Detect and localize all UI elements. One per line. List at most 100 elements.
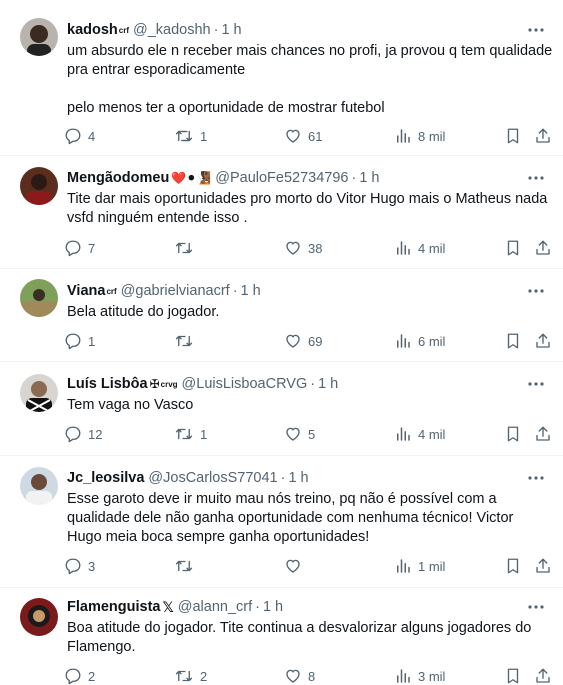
views-icon bbox=[397, 427, 410, 441]
bookmark-button[interactable] bbox=[504, 556, 522, 576]
reply-feed: kadosh crf @_kadoshh · 1 h um absurdo ele… bbox=[0, 0, 563, 685]
display-name[interactable]: Luís Lisbôa bbox=[67, 376, 148, 392]
like-count: 8 bbox=[308, 668, 316, 684]
retweet-count: 2 bbox=[200, 668, 208, 684]
user-handle[interactable]: @PauloFe52734796 bbox=[215, 170, 348, 186]
timestamp[interactable]: 1 h bbox=[221, 22, 241, 38]
views-button[interactable]: 8 mil bbox=[394, 126, 445, 146]
more-icon[interactable] bbox=[525, 375, 547, 393]
views-button[interactable]: 3 mil bbox=[394, 666, 445, 685]
bookmark-icon bbox=[507, 426, 519, 442]
retweet-button[interactable]: 1 bbox=[174, 424, 207, 444]
bookmark-button[interactable] bbox=[504, 666, 522, 685]
tweet[interactable]: Jc_leosilva @JosCarlosS77041 · 1 h Esse … bbox=[0, 456, 563, 588]
tweet[interactable]: Viana crf @gabrielvianacrf · 1 h Bela ati… bbox=[0, 269, 563, 362]
views-button[interactable]: 4 mil bbox=[394, 238, 445, 258]
share-button[interactable] bbox=[534, 238, 552, 258]
cross-icon: ✠ bbox=[149, 377, 160, 391]
reply-button[interactable]: 7 bbox=[64, 238, 95, 258]
separator-dot: · bbox=[351, 170, 357, 186]
more-icon[interactable] bbox=[525, 21, 547, 39]
views-count: 4 mil bbox=[418, 240, 446, 256]
tweet-text-line: vsfd ninguém entende isso . bbox=[67, 210, 248, 226]
more-icon[interactable] bbox=[525, 469, 547, 487]
avatar[interactable] bbox=[20, 598, 58, 636]
user-handle[interactable]: @JosCarlosS77041 bbox=[148, 470, 277, 486]
share-button[interactable] bbox=[534, 556, 552, 576]
heart-icon bbox=[286, 669, 300, 683]
like-button[interactable]: 8 bbox=[284, 666, 315, 685]
timestamp[interactable]: 1 h bbox=[288, 470, 308, 486]
reply-icon bbox=[65, 333, 81, 350]
bookmark-button[interactable] bbox=[504, 238, 522, 258]
retweet-button[interactable]: 1 bbox=[174, 126, 207, 146]
more-icon[interactable] bbox=[525, 598, 547, 616]
reply-button[interactable]: 3 bbox=[64, 556, 95, 576]
avatar[interactable] bbox=[20, 467, 58, 505]
name-badge: crf bbox=[118, 25, 129, 35]
views-button[interactable]: 1 mil bbox=[394, 556, 445, 576]
share-button[interactable] bbox=[534, 126, 552, 146]
tweet[interactable]: Flamenguista 𝕏 @alann_crf · 1 h Boa atitu… bbox=[0, 588, 563, 685]
tweet-text-line: Hugo meia boca sempre ganha oportunidade… bbox=[67, 529, 370, 545]
reply-count: 4 bbox=[88, 128, 96, 144]
timestamp[interactable]: 1 h bbox=[318, 376, 338, 392]
tweet[interactable]: kadosh crf @_kadoshh · 1 h um absurdo ele… bbox=[0, 8, 563, 156]
more-icon[interactable] bbox=[525, 169, 547, 187]
retweet-icon bbox=[175, 130, 193, 142]
like-button[interactable]: 38 bbox=[284, 238, 322, 258]
retweet-button[interactable] bbox=[174, 331, 200, 351]
share-button[interactable] bbox=[534, 424, 552, 444]
display-name[interactable]: kadosh bbox=[67, 22, 118, 38]
bookmark-button[interactable] bbox=[504, 331, 522, 351]
x-logo-icon: 𝕏 bbox=[162, 598, 174, 615]
timestamp[interactable]: 1 h bbox=[263, 599, 283, 615]
reply-button[interactable]: 2 bbox=[64, 666, 95, 685]
tweet[interactable]: Luís Lisbôa ✠ crvg @LuisLisboaCRVG · 1 h T… bbox=[0, 362, 563, 456]
bookmark-icon bbox=[507, 128, 519, 144]
avatar[interactable] bbox=[20, 167, 58, 205]
bookmark-button[interactable] bbox=[504, 424, 522, 444]
share-button[interactable] bbox=[534, 666, 552, 685]
tweet-text-line: Boa atitude do jogador. Tite continua a … bbox=[67, 620, 532, 636]
views-button[interactable]: 4 mil bbox=[394, 424, 445, 444]
tweet-header: Jc_leosilva @JosCarlosS77041 · 1 h bbox=[67, 468, 523, 488]
user-handle[interactable]: @LuisLisboaCRVG bbox=[182, 376, 308, 392]
retweet-button[interactable] bbox=[174, 238, 200, 258]
retweet-icon bbox=[175, 242, 193, 254]
bookmark-icon bbox=[507, 333, 519, 349]
bookmark-icon bbox=[507, 558, 519, 574]
user-handle[interactable]: @alann_crf bbox=[178, 599, 252, 615]
display-name[interactable]: Mengãodomeu bbox=[67, 170, 169, 186]
display-name[interactable]: Viana bbox=[67, 283, 105, 299]
like-button[interactable]: 69 bbox=[284, 331, 322, 351]
avatar[interactable] bbox=[20, 374, 58, 412]
like-button[interactable]: 61 bbox=[284, 126, 322, 146]
views-count: 4 mil bbox=[418, 426, 446, 442]
more-icon[interactable] bbox=[525, 282, 547, 300]
tweet[interactable]: Mengãodomeu ❤️⚫🧏🏾 @PauloFe52734796 · 1 h … bbox=[0, 156, 563, 269]
timestamp[interactable]: 1 h bbox=[359, 170, 379, 186]
bookmark-button[interactable] bbox=[504, 126, 522, 146]
reply-button[interactable]: 1 bbox=[64, 331, 95, 351]
tweet-text: Boa atitude do jogador. Tite continua a … bbox=[67, 619, 551, 657]
retweet-button[interactable]: 2 bbox=[174, 666, 207, 685]
like-button[interactable] bbox=[284, 556, 308, 576]
reply-icon bbox=[65, 128, 81, 145]
user-handle[interactable]: @_kadoshh bbox=[133, 22, 211, 38]
timestamp[interactable]: 1 h bbox=[241, 283, 261, 299]
like-button[interactable]: 5 bbox=[284, 424, 315, 444]
reply-icon bbox=[65, 558, 81, 575]
display-name[interactable]: Flamenguista bbox=[67, 599, 160, 615]
retweet-button[interactable] bbox=[174, 556, 200, 576]
user-handle[interactable]: @gabrielvianacrf bbox=[121, 283, 230, 299]
retweet-icon bbox=[175, 335, 193, 347]
avatar[interactable] bbox=[20, 18, 58, 56]
display-name[interactable]: Jc_leosilva bbox=[67, 470, 144, 486]
reply-button[interactable]: 12 bbox=[64, 424, 102, 444]
share-button[interactable] bbox=[534, 331, 552, 351]
like-count: 61 bbox=[308, 128, 323, 144]
views-button[interactable]: 6 mil bbox=[394, 331, 445, 351]
reply-button[interactable]: 4 bbox=[64, 126, 95, 146]
avatar[interactable] bbox=[20, 279, 58, 317]
